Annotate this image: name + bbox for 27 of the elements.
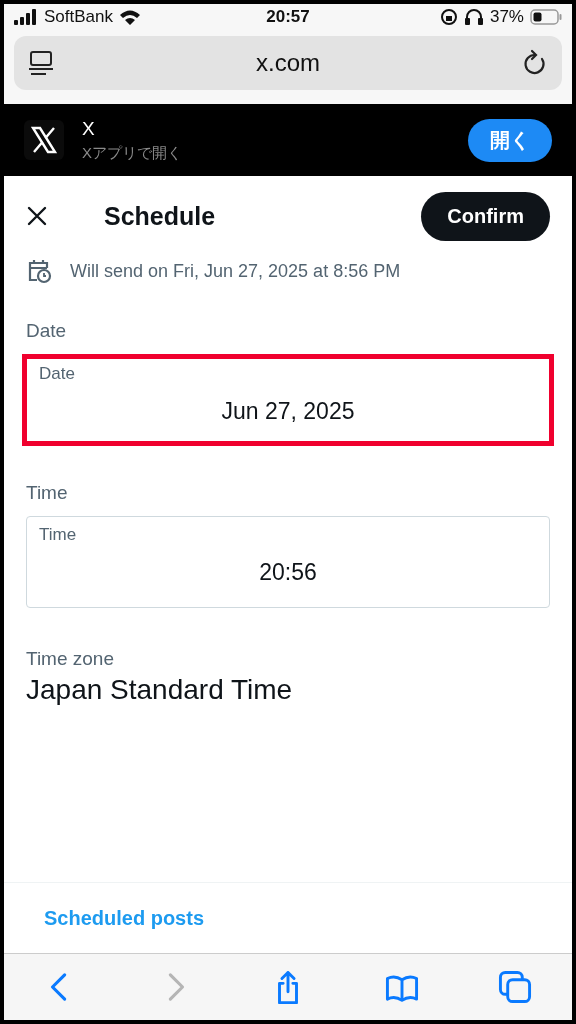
dialog-title: Schedule: [104, 201, 217, 231]
status-time: 20:57: [266, 7, 310, 27]
app-subtitle: Xアプリで開く: [82, 143, 183, 163]
battery-icon: [530, 9, 562, 25]
x-logo-icon: [24, 120, 64, 160]
tabs-icon[interactable]: [498, 970, 533, 1004]
highlighted-picker-field[interactable]: Date Jun 27, 2025: [22, 354, 554, 446]
rotation-lock-icon: [439, 8, 458, 26]
signal-icon: [14, 9, 38, 25]
section-heading: Time: [26, 482, 69, 504]
reader-icon[interactable]: [28, 50, 54, 76]
app-name: X: [82, 117, 96, 140]
address-bar[interactable]: x.com: [14, 36, 562, 90]
headphones-icon: [463, 8, 484, 26]
reload-icon[interactable]: [522, 49, 548, 77]
carrier-name: SoftBank: [44, 7, 113, 27]
picker-field[interactable]: Time 20:56: [26, 516, 550, 608]
battery-percent: 37%: [489, 7, 524, 27]
close-icon[interactable]: [26, 205, 48, 227]
calendar-clock-icon: [26, 258, 52, 284]
section-heading: Date: [26, 320, 68, 342]
open-app-button[interactable]: 開く: [468, 118, 552, 162]
schedule-summary: Will send on Fri, Jun 27, 2025 at 8:56 PM: [70, 260, 401, 282]
time-zone-value: Japan Standard Time: [26, 674, 294, 706]
wifi-icon: [119, 9, 141, 25]
time-zone-label: Time zone: [26, 648, 115, 670]
confirm-button[interactable]: Confirm: [421, 191, 550, 241]
